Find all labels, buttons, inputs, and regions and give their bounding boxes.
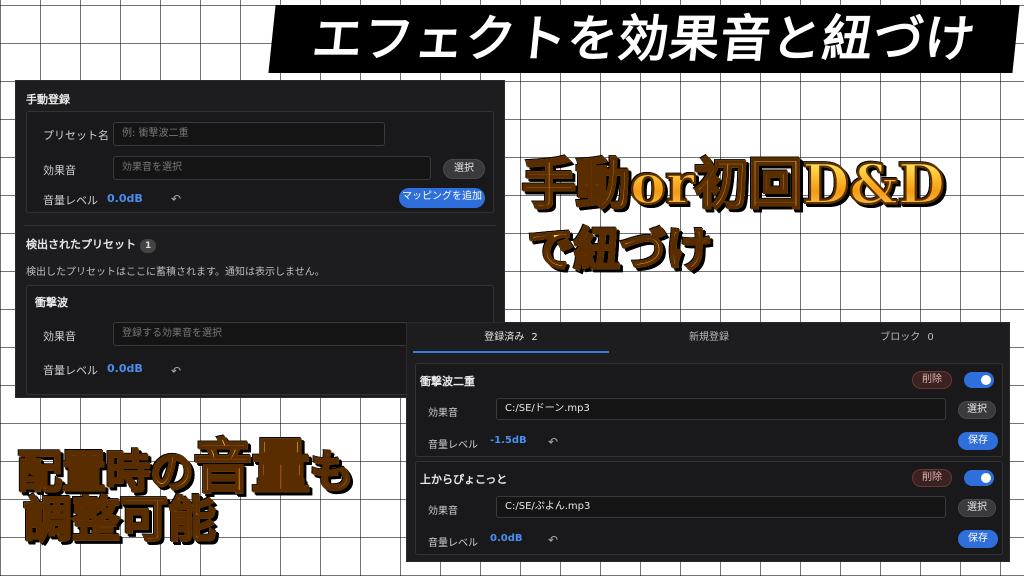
delete-button[interactable]: 削除 xyxy=(912,469,952,487)
sound-label: 効果音 xyxy=(43,164,76,177)
volume-reset-icon[interactable]: ↶ xyxy=(171,192,181,206)
registered-select-button[interactable]: 選択 xyxy=(958,401,996,419)
tab-registered[interactable]: 登録済み 2 xyxy=(413,323,609,353)
tab-new-register-label: 新規登録 xyxy=(689,332,729,343)
registered-volume-value: -1.5dB xyxy=(490,435,527,446)
detected-preset-name: 衝撃波 xyxy=(35,296,68,309)
callout-volume-suffix: も xyxy=(309,446,355,499)
detected-presets-description: 検出したプリセットはここに蓄積されます。通知は表示しません。 xyxy=(26,267,325,278)
tab-registered-count: 2 xyxy=(531,332,538,343)
detected-sound-label: 効果音 xyxy=(43,330,76,343)
tab-blocked-label: ブロック xyxy=(880,332,921,343)
callout-manual-line2: で紐づけ xyxy=(527,214,713,280)
sound-select-input[interactable]: 効果音を選択 xyxy=(113,156,431,180)
manual-register-title: 手動登録 xyxy=(26,93,70,106)
registered-sound-path[interactable]: C:/SE/ぷよん.mp3 xyxy=(496,496,946,518)
delete-button[interactable]: 削除 xyxy=(912,371,952,389)
registered-volume-label: 音量レベル xyxy=(428,440,478,451)
save-button[interactable]: 保存 xyxy=(958,530,998,548)
detected-volume-reset-icon[interactable]: ↶ xyxy=(171,364,181,378)
volume-value: 0.0dB xyxy=(107,192,143,205)
registered-sound-label: 効果音 xyxy=(428,408,458,419)
registered-item: 上からぴょこっと 削除 効果音 C:/SE/ぷよん.mp3 選択 音量レベル 0… xyxy=(415,461,1003,555)
registered-volume-reset-icon[interactable]: ↶ xyxy=(548,435,558,449)
tab-registered-label: 登録済み xyxy=(484,332,525,343)
callout-manual-line1: 手動or初回D&D xyxy=(521,140,946,219)
sound-select-button[interactable]: 選択 xyxy=(443,159,485,179)
registered-sound-label: 効果音 xyxy=(428,506,458,517)
detected-volume-value: 0.0dB xyxy=(107,362,143,375)
registered-item-name: 衝撃波二重 xyxy=(420,375,475,388)
detected-count-badge: 1 xyxy=(140,239,157,253)
registered-volume-reset-icon[interactable]: ↶ xyxy=(548,533,558,547)
registered-volume-label: 音量レベル xyxy=(428,538,478,549)
registered-item-name: 上からぴょこっと xyxy=(420,473,508,486)
detected-sound-input[interactable]: 登録する効果音を選択 xyxy=(113,322,413,346)
registered-item: 衝撃波二重 削除 効果音 C:/SE/ドーン.mp3 選択 音量レベル -1.5… xyxy=(415,363,1003,457)
volume-label: 音量レベル xyxy=(43,194,98,207)
detected-presets-title: 検出されたプリセット xyxy=(26,238,136,251)
tab-new-register[interactable]: 新規登録 xyxy=(611,323,807,353)
callout-volume-line2: 調整可能 xyxy=(23,480,217,550)
enable-toggle[interactable] xyxy=(964,470,994,486)
banner-title: エフェクトを効果音と紐づけ xyxy=(268,5,1020,73)
registered-select-button[interactable]: 選択 xyxy=(958,499,996,517)
preset-name-label: プリセット名 xyxy=(43,129,109,142)
tab-blocked[interactable]: ブロック 0 xyxy=(809,323,1005,353)
section-divider xyxy=(24,225,496,226)
preset-name-input[interactable]: 例: 衝撃波二重 xyxy=(113,122,385,146)
manual-register-form: プリセット名 例: 衝撃波二重 効果音 効果音を選択 選択 音量レベル 0.0d… xyxy=(26,111,494,213)
registered-sound-path[interactable]: C:/SE/ドーン.mp3 xyxy=(496,398,946,420)
enable-toggle[interactable] xyxy=(964,372,994,388)
registered-volume-value: 0.0dB xyxy=(490,533,523,544)
registry-panel: 登録済み 2 新規登録 ブロック 0 衝撃波二重 削除 効果音 C:/SE/ドー… xyxy=(406,322,1010,562)
save-button[interactable]: 保存 xyxy=(958,432,998,450)
add-mapping-button[interactable]: マッピングを追加 xyxy=(399,188,485,208)
detected-volume-label: 音量レベル xyxy=(43,364,98,377)
detected-presets-heading: 検出されたプリセット 1 xyxy=(26,236,157,253)
tab-blocked-count: 0 xyxy=(927,332,934,343)
